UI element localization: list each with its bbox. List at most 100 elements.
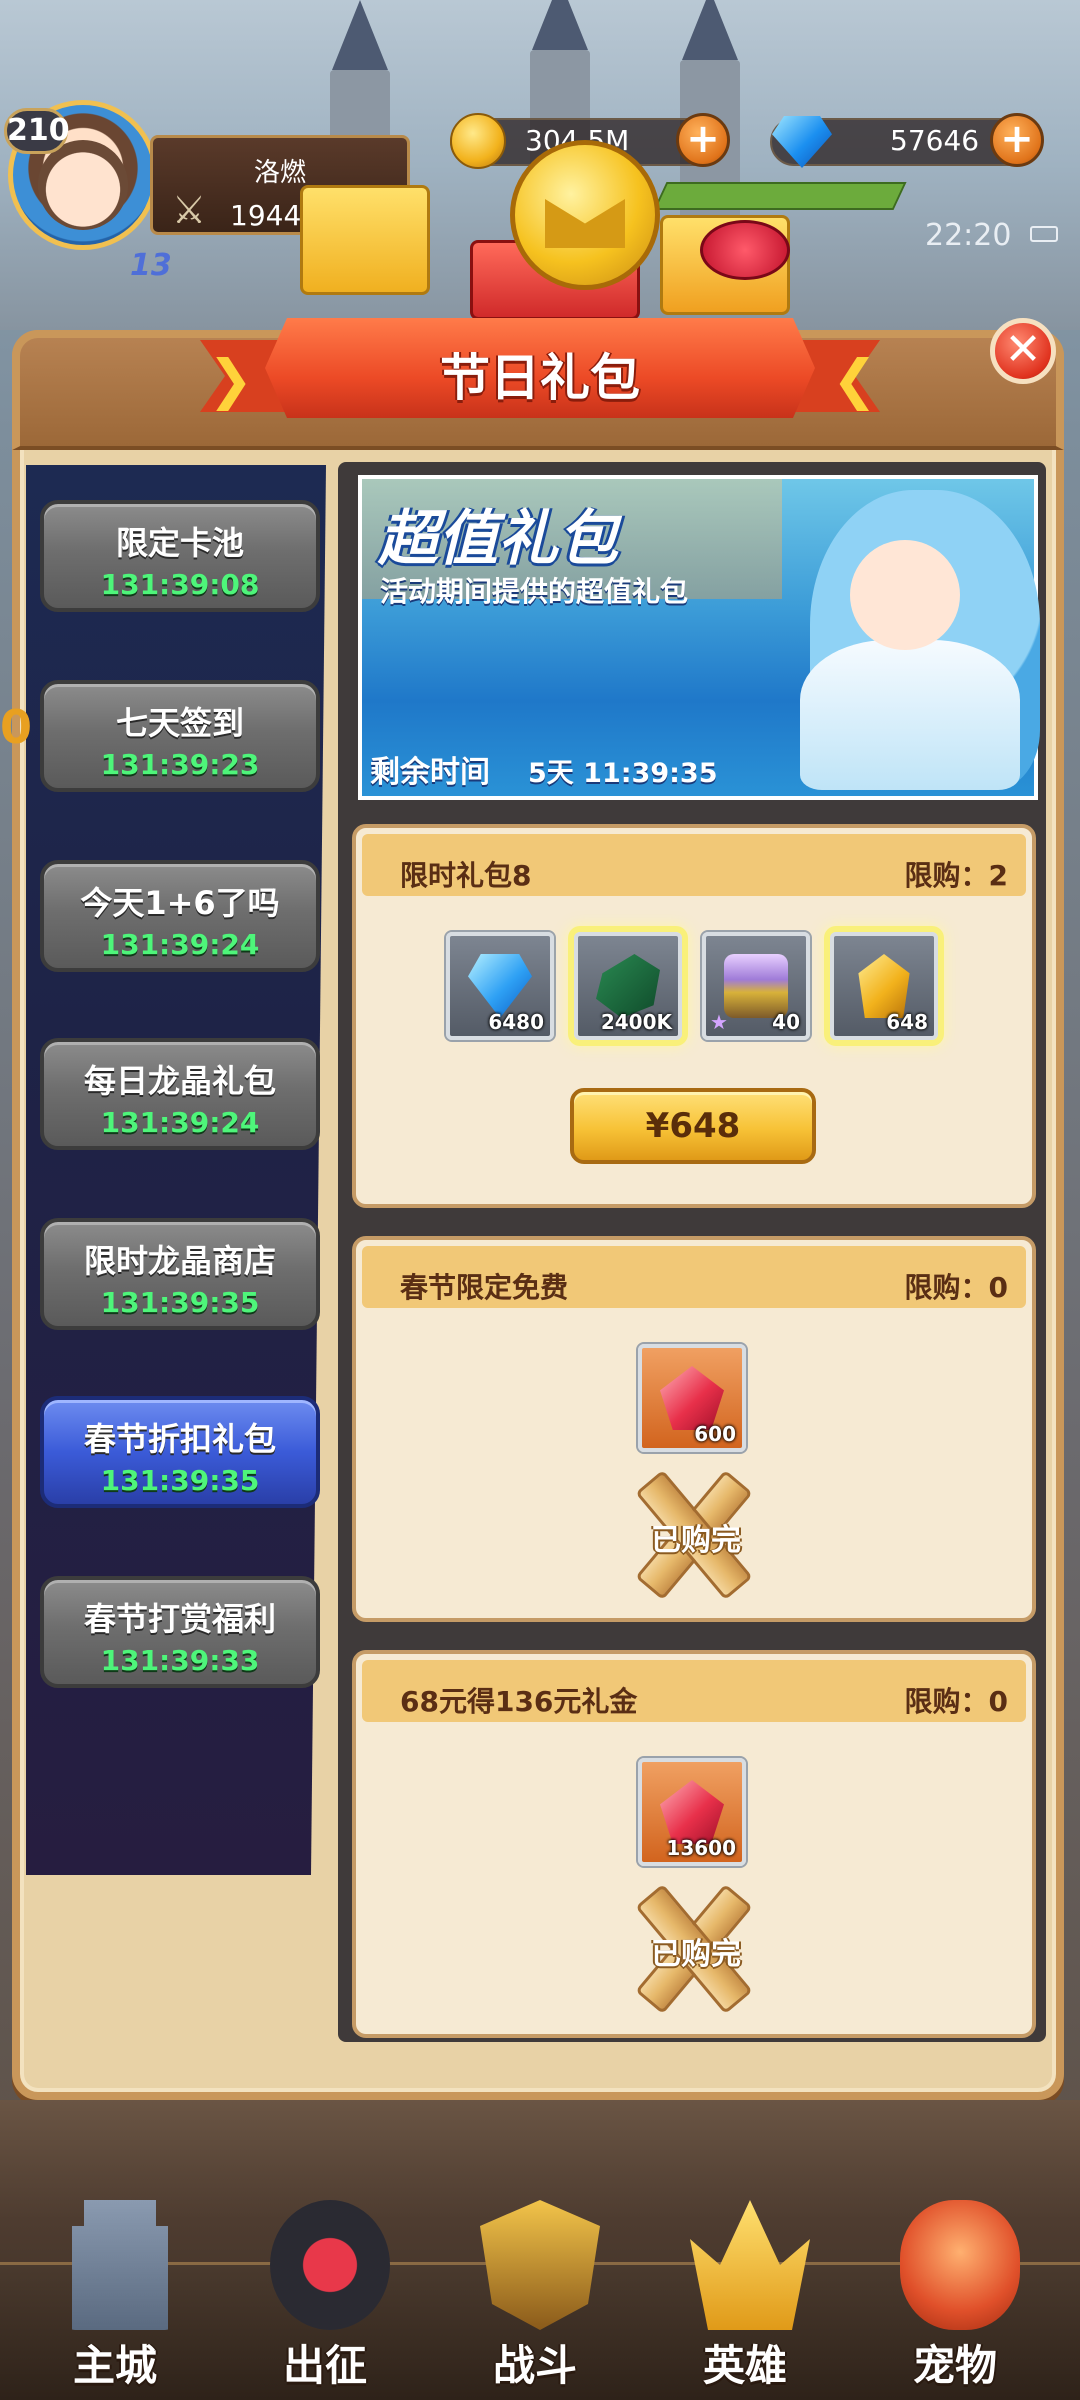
sidebar-item-daily-dragon-crystal-pack[interactable]: 每日龙晶礼包 131:39:24	[40, 1038, 320, 1150]
nav-label: 战斗	[492, 2341, 577, 2390]
battle-shield-icon	[480, 2200, 600, 2330]
sidebar-item-label: 每日龙晶礼包	[83, 1062, 276, 1100]
pack-title: 限时礼包8	[400, 859, 532, 892]
reward-item[interactable]: 13600	[638, 1758, 746, 1866]
close-button[interactable]: ✕	[990, 318, 1056, 384]
gold-coin-icon	[450, 113, 506, 169]
reward-item[interactable]: 6480	[446, 932, 554, 1040]
dragon-pet-icon	[900, 2200, 1020, 2330]
sold-out-label: 已购完	[651, 1937, 741, 1972]
chevron-left-icon: ❮	[832, 348, 878, 411]
energy-bar	[653, 182, 907, 210]
purchase-limit: 限购：2	[904, 859, 1008, 892]
item-count: 6480	[488, 1010, 544, 1034]
sidebar-item-label: 七天签到	[115, 704, 244, 742]
nav-heroes[interactable]: 英雄	[650, 2180, 840, 2400]
vip-level: 13	[130, 248, 172, 283]
item-count: 2400K	[600, 1010, 672, 1034]
gem-amount: 57646	[890, 124, 980, 157]
star-icon: ★	[710, 1010, 728, 1034]
sold-out-label: 已购完	[651, 1523, 741, 1558]
sidebar-item-timer: 131:39:35	[100, 1286, 260, 1319]
sidebar-item-daily-one-plus-six[interactable]: 今天1+6了吗 131:39:24	[40, 860, 320, 972]
sidebar-item-timer: 131:39:24	[100, 928, 260, 961]
sidebar-item-timer: 131:39:08	[100, 568, 260, 601]
sidebar-item-timer: 131:39:35	[100, 1464, 260, 1497]
buy-button[interactable]: ¥648	[570, 1088, 816, 1164]
gift-pack-card: 春节限定免费 限购：0 600 已购完	[352, 1236, 1036, 1622]
blue-gem-icon	[468, 954, 532, 1018]
reward-item[interactable]: 600	[638, 1344, 746, 1452]
nav-battle[interactable]: 战斗	[440, 2180, 630, 2400]
remaining-time-value: 5天 11:39:35	[528, 758, 718, 789]
item-count: 600	[694, 1422, 736, 1446]
battery-icon	[1030, 226, 1058, 242]
sidebar-item-spring-festival-reward[interactable]: 春节打赏福利 131:39:33	[40, 1576, 320, 1688]
sidebar-item-timer: 131:39:23	[100, 748, 260, 781]
sidebar-item-limited-pool[interactable]: 限定卡池 131:39:08	[40, 500, 320, 612]
purchase-limit: 限购：0	[904, 1685, 1008, 1718]
item-count: 648	[886, 1010, 928, 1034]
level-badge: 210	[4, 108, 70, 154]
sidebar-item-label: 春节折扣礼包	[83, 1420, 276, 1458]
red-gem-icon	[660, 1366, 724, 1430]
reward-item[interactable]: ★ 40	[702, 932, 810, 1040]
chevron-right-icon: ❯	[208, 348, 254, 411]
castle-roof-decor	[332, 0, 388, 70]
add-gem-button[interactable]: +	[990, 113, 1044, 167]
nav-pets[interactable]: 宠物	[860, 2180, 1050, 2400]
pack-title: 68元得136元礼金	[400, 1685, 638, 1718]
nav-label: 主城	[72, 2341, 157, 2390]
nav-label: 英雄	[702, 2341, 787, 2390]
item-count: 40	[772, 1010, 800, 1034]
character-dress	[800, 640, 1020, 790]
castle-tower-icon	[72, 2200, 168, 2330]
dialog-title: 节日礼包	[440, 349, 640, 407]
sidebar-item-label: 今天1+6了吗	[80, 884, 280, 922]
big-gold-coin-icon	[510, 140, 660, 290]
sidebar-item-dragon-crystal-shop[interactable]: 限时龙晶商店 131:39:35	[40, 1218, 320, 1330]
sold-out-stamp: 已购完	[626, 1469, 766, 1601]
sold-out-stamp: 已购完	[626, 1883, 766, 2015]
card-header: 限时礼包8 限购：2	[362, 834, 1026, 896]
red-bow-icon	[700, 220, 790, 280]
castle-roof-decor	[682, 0, 738, 60]
clock: 22:20	[925, 218, 1012, 253]
avatar-face	[38, 140, 128, 230]
nav-expedition[interactable]: 出征	[230, 2180, 420, 2400]
banner-title: 超值礼包	[378, 504, 618, 574]
treasure-chest-icon	[724, 954, 788, 1018]
item-count: 13600	[666, 1836, 736, 1860]
sidebar-item-timer: 131:39:33	[100, 1644, 260, 1677]
hero-crown-icon	[690, 2200, 810, 2330]
add-gold-button[interactable]: +	[676, 113, 730, 167]
sidebar-item-timer: 131:39:24	[100, 1106, 260, 1139]
reward-item[interactable]: 648	[830, 932, 938, 1040]
green-ore-icon	[596, 954, 660, 1018]
player-name: 洛燃	[253, 158, 306, 188]
purchase-limit: 限购：0	[904, 1271, 1008, 1304]
nav-label: 出征	[282, 2341, 367, 2390]
castle-roof-decor	[532, 0, 588, 50]
banner-subtitle: 活动期间提供的超值礼包	[380, 575, 689, 608]
crossed-swords-icon: ⚔	[172, 188, 207, 232]
remaining-time-label: 剩余时间	[370, 755, 490, 790]
gold-crystal-icon	[858, 954, 910, 1018]
gift-pack-card: 限时礼包8 限购：2 6480 2400K ★ 40 648 ¥648	[352, 824, 1036, 1208]
pack-title: 春节限定免费	[400, 1271, 569, 1304]
nav-main-city[interactable]: 主城	[20, 2180, 210, 2400]
nav-label: 宠物	[912, 2341, 997, 2390]
sidebar-item-seven-day-signin[interactable]: 七天签到 131:39:23	[40, 680, 320, 792]
card-header: 春节限定免费 限购：0	[362, 1246, 1026, 1308]
reward-item[interactable]: 2400K	[574, 932, 682, 1040]
gift-box-icon	[300, 185, 430, 295]
sidebar-item-label: 限时龙晶商店	[83, 1242, 276, 1280]
sidebar-item-label: 春节打赏福利	[83, 1600, 276, 1638]
sidebar-item-label: 限定卡池	[115, 524, 244, 562]
gift-pack-card: 68元得136元礼金 限购：0 13600 已购完	[352, 1650, 1036, 2038]
side-marker: 0	[0, 700, 33, 754]
expedition-icon	[270, 2200, 390, 2330]
red-gem-icon	[660, 1780, 724, 1844]
card-header: 68元得136元礼金 限购：0	[362, 1660, 1026, 1722]
sidebar-item-spring-festival-discount[interactable]: 春节折扣礼包 131:39:35	[40, 1396, 320, 1508]
